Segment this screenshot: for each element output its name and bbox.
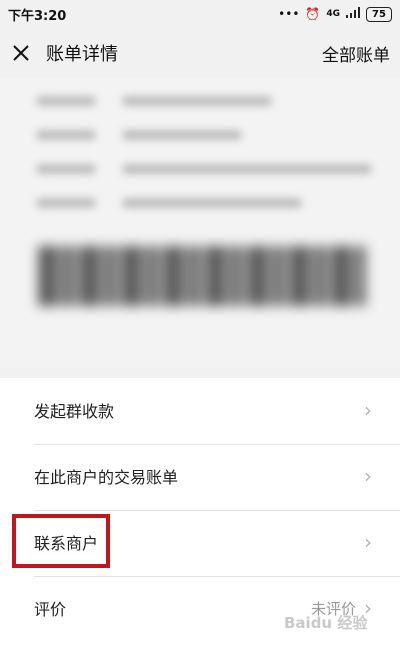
chevron-right-icon: › (364, 464, 372, 488)
blurred-row (36, 96, 96, 106)
blurred-row (36, 164, 96, 174)
network-4g-icon: 4G (326, 8, 340, 19)
blurred-row (122, 164, 372, 174)
list-item-label: 发起群收款 (34, 402, 115, 421)
dots-icon: ••• (278, 7, 300, 21)
alarm-icon: ⏰ (305, 7, 321, 21)
list-item-merchant-bills[interactable]: 在此商户的交易账单 › (0, 444, 400, 508)
close-icon[interactable] (10, 42, 32, 64)
blurred-row (36, 198, 96, 208)
header: 账单详情 全部账单 (0, 28, 400, 78)
blurred-details (0, 78, 400, 368)
blurred-row (36, 130, 96, 140)
blurred-barcode (38, 246, 366, 306)
signal-icon (346, 7, 360, 21)
status-icons: ••• ⏰ 4G 75 (278, 6, 392, 22)
list-item-group-collect[interactable]: 发起群收款 › (0, 378, 400, 442)
blurred-row (122, 198, 302, 208)
status-bar: 下午3:20 ••• ⏰ 4G 75 (0, 0, 400, 28)
blurred-row (122, 130, 242, 140)
watermark: Baidu 经验 (284, 614, 368, 632)
all-bills-link[interactable]: 全部账单 (322, 41, 390, 66)
page-title: 账单详情 (46, 44, 118, 65)
battery-icon: 75 (366, 6, 392, 22)
status-time: 下午3:20 (8, 8, 67, 24)
highlight-annotation (12, 514, 110, 568)
chevron-right-icon: › (364, 398, 372, 422)
list-item-label: 在此商户的交易账单 (34, 468, 179, 487)
chevron-right-icon: › (364, 530, 372, 554)
list-item-label: 评价 (34, 600, 67, 619)
blurred-row (122, 96, 272, 106)
